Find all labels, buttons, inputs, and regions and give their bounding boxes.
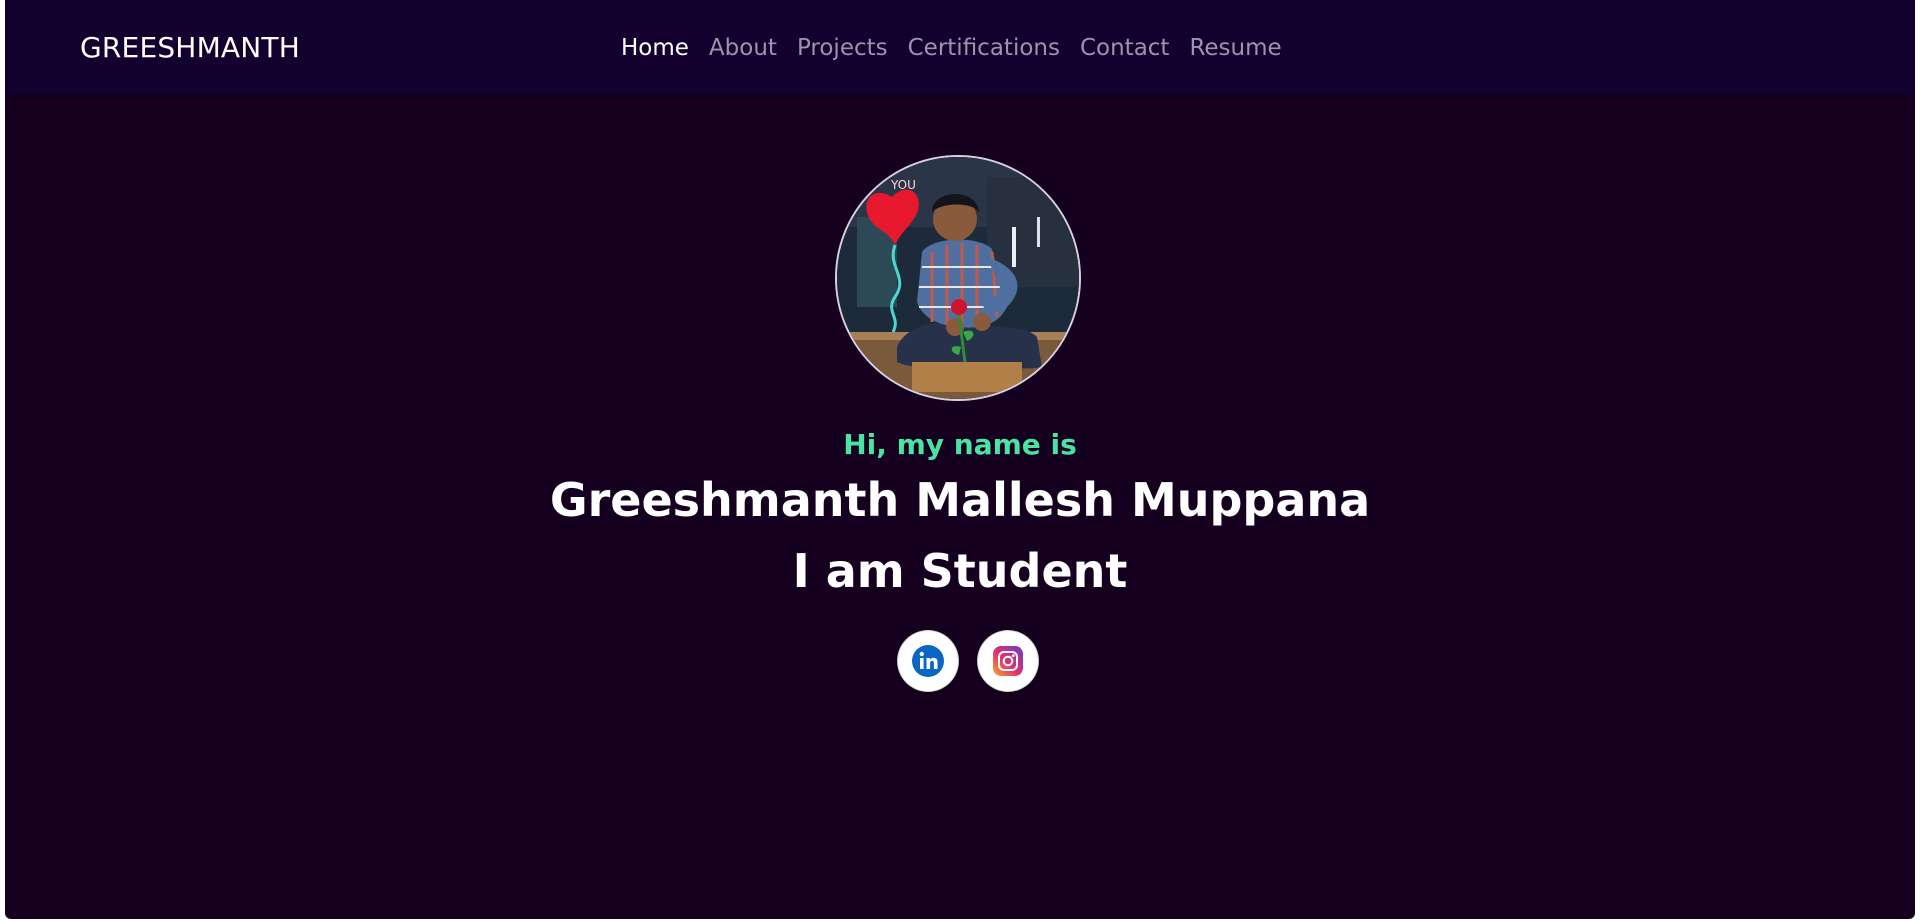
nav-links: Home About Projects Certifications Conta…: [621, 32, 1282, 64]
hero-name: Greeshmanth Mallesh Muppana: [549, 473, 1371, 527]
nav-link-contact[interactable]: Contact: [1080, 32, 1169, 64]
hero-section: YOU Hi, my name is Greeshmanth Mallesh M…: [5, 95, 1915, 919]
hero-role: I am Student: [792, 544, 1128, 598]
social-links: [898, 631, 1038, 691]
profile-photo-illustration: YOU: [837, 157, 1079, 399]
nav-link-about[interactable]: About: [709, 32, 777, 64]
nav-link-certifications[interactable]: Certifications: [908, 32, 1060, 64]
nav-link-projects[interactable]: Projects: [797, 32, 888, 64]
svg-text:YOU: YOU: [890, 178, 916, 192]
greeting-text: Hi, my name is: [843, 428, 1077, 461]
page: GREESHMANTH Home About Projects Certific…: [5, 0, 1915, 919]
nav-link-home[interactable]: Home: [621, 32, 689, 64]
navbar: GREESHMANTH Home About Projects Certific…: [5, 0, 1915, 95]
linkedin-icon: [912, 645, 944, 677]
linkedin-button[interactable]: [898, 631, 958, 691]
instagram-button[interactable]: [978, 631, 1038, 691]
profile-photo: YOU: [835, 155, 1081, 401]
brand-logo[interactable]: GREESHMANTH: [80, 30, 300, 66]
nav-link-resume[interactable]: Resume: [1189, 32, 1281, 64]
instagram-icon: [993, 646, 1023, 676]
